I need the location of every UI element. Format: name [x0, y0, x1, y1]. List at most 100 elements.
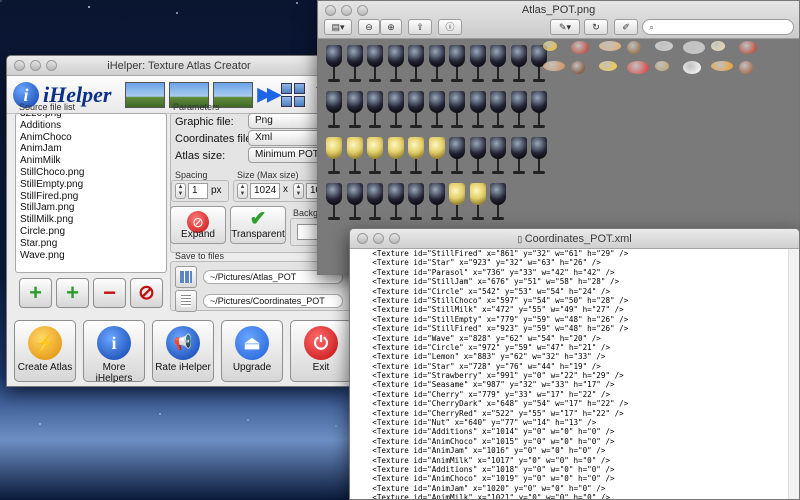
file-list-item[interactable]: AnimJam [16, 143, 166, 155]
wine-glass-sprite [449, 183, 465, 225]
xml-line: <Texture id="StillJam" x="676" y="51" w=… [354, 277, 620, 287]
xml-text-content[interactable]: <Texture id="StillFired" x="861" y="32" … [350, 249, 799, 499]
close-window-button[interactable] [357, 233, 368, 244]
wine-glass-sprite [428, 45, 445, 87]
wine-glass-sprite [346, 91, 363, 133]
food-sprite [599, 61, 617, 71]
file-list-item[interactable]: Star.png [16, 238, 166, 250]
zoom-window-button[interactable] [46, 60, 57, 71]
file-list-item[interactable]: Additions [16, 120, 166, 132]
xml-titlebar[interactable]: ▯ Coordinates_POT.xml [350, 229, 799, 249]
file-list-item[interactable]: Wave.png [16, 250, 166, 262]
expand-button[interactable]: ⊘ Expand [170, 206, 226, 244]
xml-line: <Texture id="Additions" x="1018" y="0" w… [354, 464, 615, 474]
xml-line: <Texture id="CherryDark" x="648" y="54" … [354, 399, 629, 409]
xml-line: <Texture id="Seasame" x="987" y="32" w="… [354, 380, 615, 390]
coords-file-icon[interactable] [175, 290, 197, 312]
rotate-icon[interactable]: ↻ [584, 19, 608, 35]
wine-glass-sprite [408, 45, 424, 87]
xml-line: <Texture id="Star" x="728" y="76" w="44"… [354, 361, 601, 371]
size-height-stepper[interactable]: ▲ ▼ [293, 183, 304, 199]
add-files-button[interactable]: + [19, 278, 52, 308]
create-atlas-label: Create Atlas [17, 362, 73, 373]
search-input[interactable]: ⌕ [642, 19, 794, 35]
close-window-button[interactable] [14, 60, 25, 71]
food-sprite [683, 61, 701, 74]
file-list-item[interactable]: AnimMilk [16, 155, 166, 167]
info-icon[interactable]: ⓘ [438, 19, 462, 35]
file-list-item[interactable]: StillChoco.png [16, 167, 166, 179]
parameters-label: Parameters [173, 102, 220, 112]
create-atlas-button[interactable]: ⚡ Create Atlas [14, 320, 76, 382]
document-icon: ▯ [517, 234, 525, 244]
ihelper-titlebar[interactable]: iHelper: Texture Atlas Creator [7, 56, 351, 76]
wine-glass-sprite [408, 91, 424, 133]
rate-ihelper-label: Rate iHelper [155, 362, 211, 373]
exit-button[interactable]: ⏻ Exit [290, 320, 351, 382]
atlas-file-icon[interactable] [175, 266, 197, 288]
wine-glass-sprite [326, 45, 342, 87]
file-list-item[interactable]: AnimChoco [16, 132, 166, 144]
xml-line: <Texture id="Parasol" x="736" y="33" w="… [354, 267, 615, 277]
wine-glass-sprite [490, 45, 506, 87]
source-list-label: Source file list [19, 102, 76, 112]
wine-glass-sprite [428, 183, 445, 225]
wine-glass-sprite [326, 137, 342, 179]
sidebar-toggle-button[interactable]: ▤▾ [324, 19, 352, 35]
share-icon[interactable]: ⇪ [408, 19, 432, 35]
upgrade-button[interactable]: ⏏ Upgrade [221, 320, 283, 382]
xml-line: <Texture id="StillEmpty" x="779" y="59" … [354, 314, 629, 324]
edit-icon[interactable]: ✐ [614, 19, 638, 35]
spacing-stepper[interactable]: ▲ ▼ [175, 183, 186, 199]
rate-ihelper-button[interactable]: 📢 Rate iHelper [152, 320, 214, 382]
spacing-input[interactable]: 1 [188, 183, 208, 199]
xml-line: <Texture id="Nut" x="640" y="77" w="14" … [354, 418, 597, 428]
file-list-item[interactable]: StillMilk.png [16, 214, 166, 226]
zoom-in-icon[interactable]: ⊕ [380, 19, 402, 35]
file-list-item[interactable]: StillFired.png [16, 191, 166, 203]
clear-list-button[interactable]: ⊘ [130, 278, 163, 308]
wine-glass-sprite [428, 91, 445, 133]
food-sprite [739, 41, 757, 54]
xml-scrollbar[interactable] [788, 249, 799, 499]
wine-glass-sprite [387, 91, 404, 133]
zoom-window-button[interactable] [389, 233, 400, 244]
zoom-out-icon[interactable]: ⊖ [358, 19, 380, 35]
wine-glass-sprite [346, 45, 363, 87]
arrow-right-icon: ▶▶ [257, 84, 281, 104]
minimize-window-button[interactable] [30, 60, 41, 71]
spacing-unit: px [211, 185, 222, 196]
size-width-stepper[interactable]: ▲ ▼ [237, 183, 248, 199]
minimize-window-button[interactable] [373, 233, 384, 244]
wine-glass-sprite [510, 137, 527, 179]
food-sprite [627, 61, 649, 74]
wine-glass-sprite [346, 183, 363, 225]
xml-line: <Texture id="StillFired" x="923" y="59" … [354, 324, 629, 334]
exit-label: Exit [312, 362, 330, 373]
wine-glass-sprite [408, 183, 424, 225]
wine-glass-sprite [449, 91, 465, 133]
xml-line: <Texture id="Circle" x="542" y="53" w="5… [354, 286, 611, 296]
background-color-well[interactable] [297, 224, 319, 240]
add-folder-button[interactable]: + [56, 278, 89, 308]
food-sprite [683, 41, 705, 54]
size-width-input[interactable]: 1024 [250, 183, 280, 199]
file-list-item[interactable]: Circle.png [16, 226, 166, 238]
spacing-label: Spacing [175, 170, 208, 180]
file-list-item[interactable]: 3220.png [16, 114, 166, 120]
wine-glass-sprite [428, 137, 445, 179]
coords-path-field[interactable]: ~/Pictures/Coordinates_POT [203, 294, 343, 308]
file-list-item[interactable]: StillEmpty.png [16, 179, 166, 191]
wine-glass-sprite [387, 183, 404, 225]
source-file-list[interactable]: 3220.png Additions AnimChoco AnimJam AnimMil… [15, 113, 167, 273]
preview-toolbar[interactable]: Atlas_POT.png ▤▾ ⊖ ⊕ ⇪ ⓘ ✎▾ ↻ ✐ ⌕ [318, 1, 799, 39]
wine-glass-sprite [469, 137, 486, 179]
transparent-button[interactable]: ✔ Transparent [230, 206, 286, 244]
info-icon: i [97, 326, 131, 360]
file-list-item[interactable]: StillJam.png [16, 202, 166, 214]
remove-file-button[interactable]: − [93, 278, 126, 308]
more-ihelpers-button[interactable]: i More iHelpers [83, 320, 145, 384]
pen-icon[interactable]: ✎▾ [550, 19, 580, 35]
size-times: x [283, 184, 288, 195]
wine-glass-sprite [449, 45, 465, 87]
